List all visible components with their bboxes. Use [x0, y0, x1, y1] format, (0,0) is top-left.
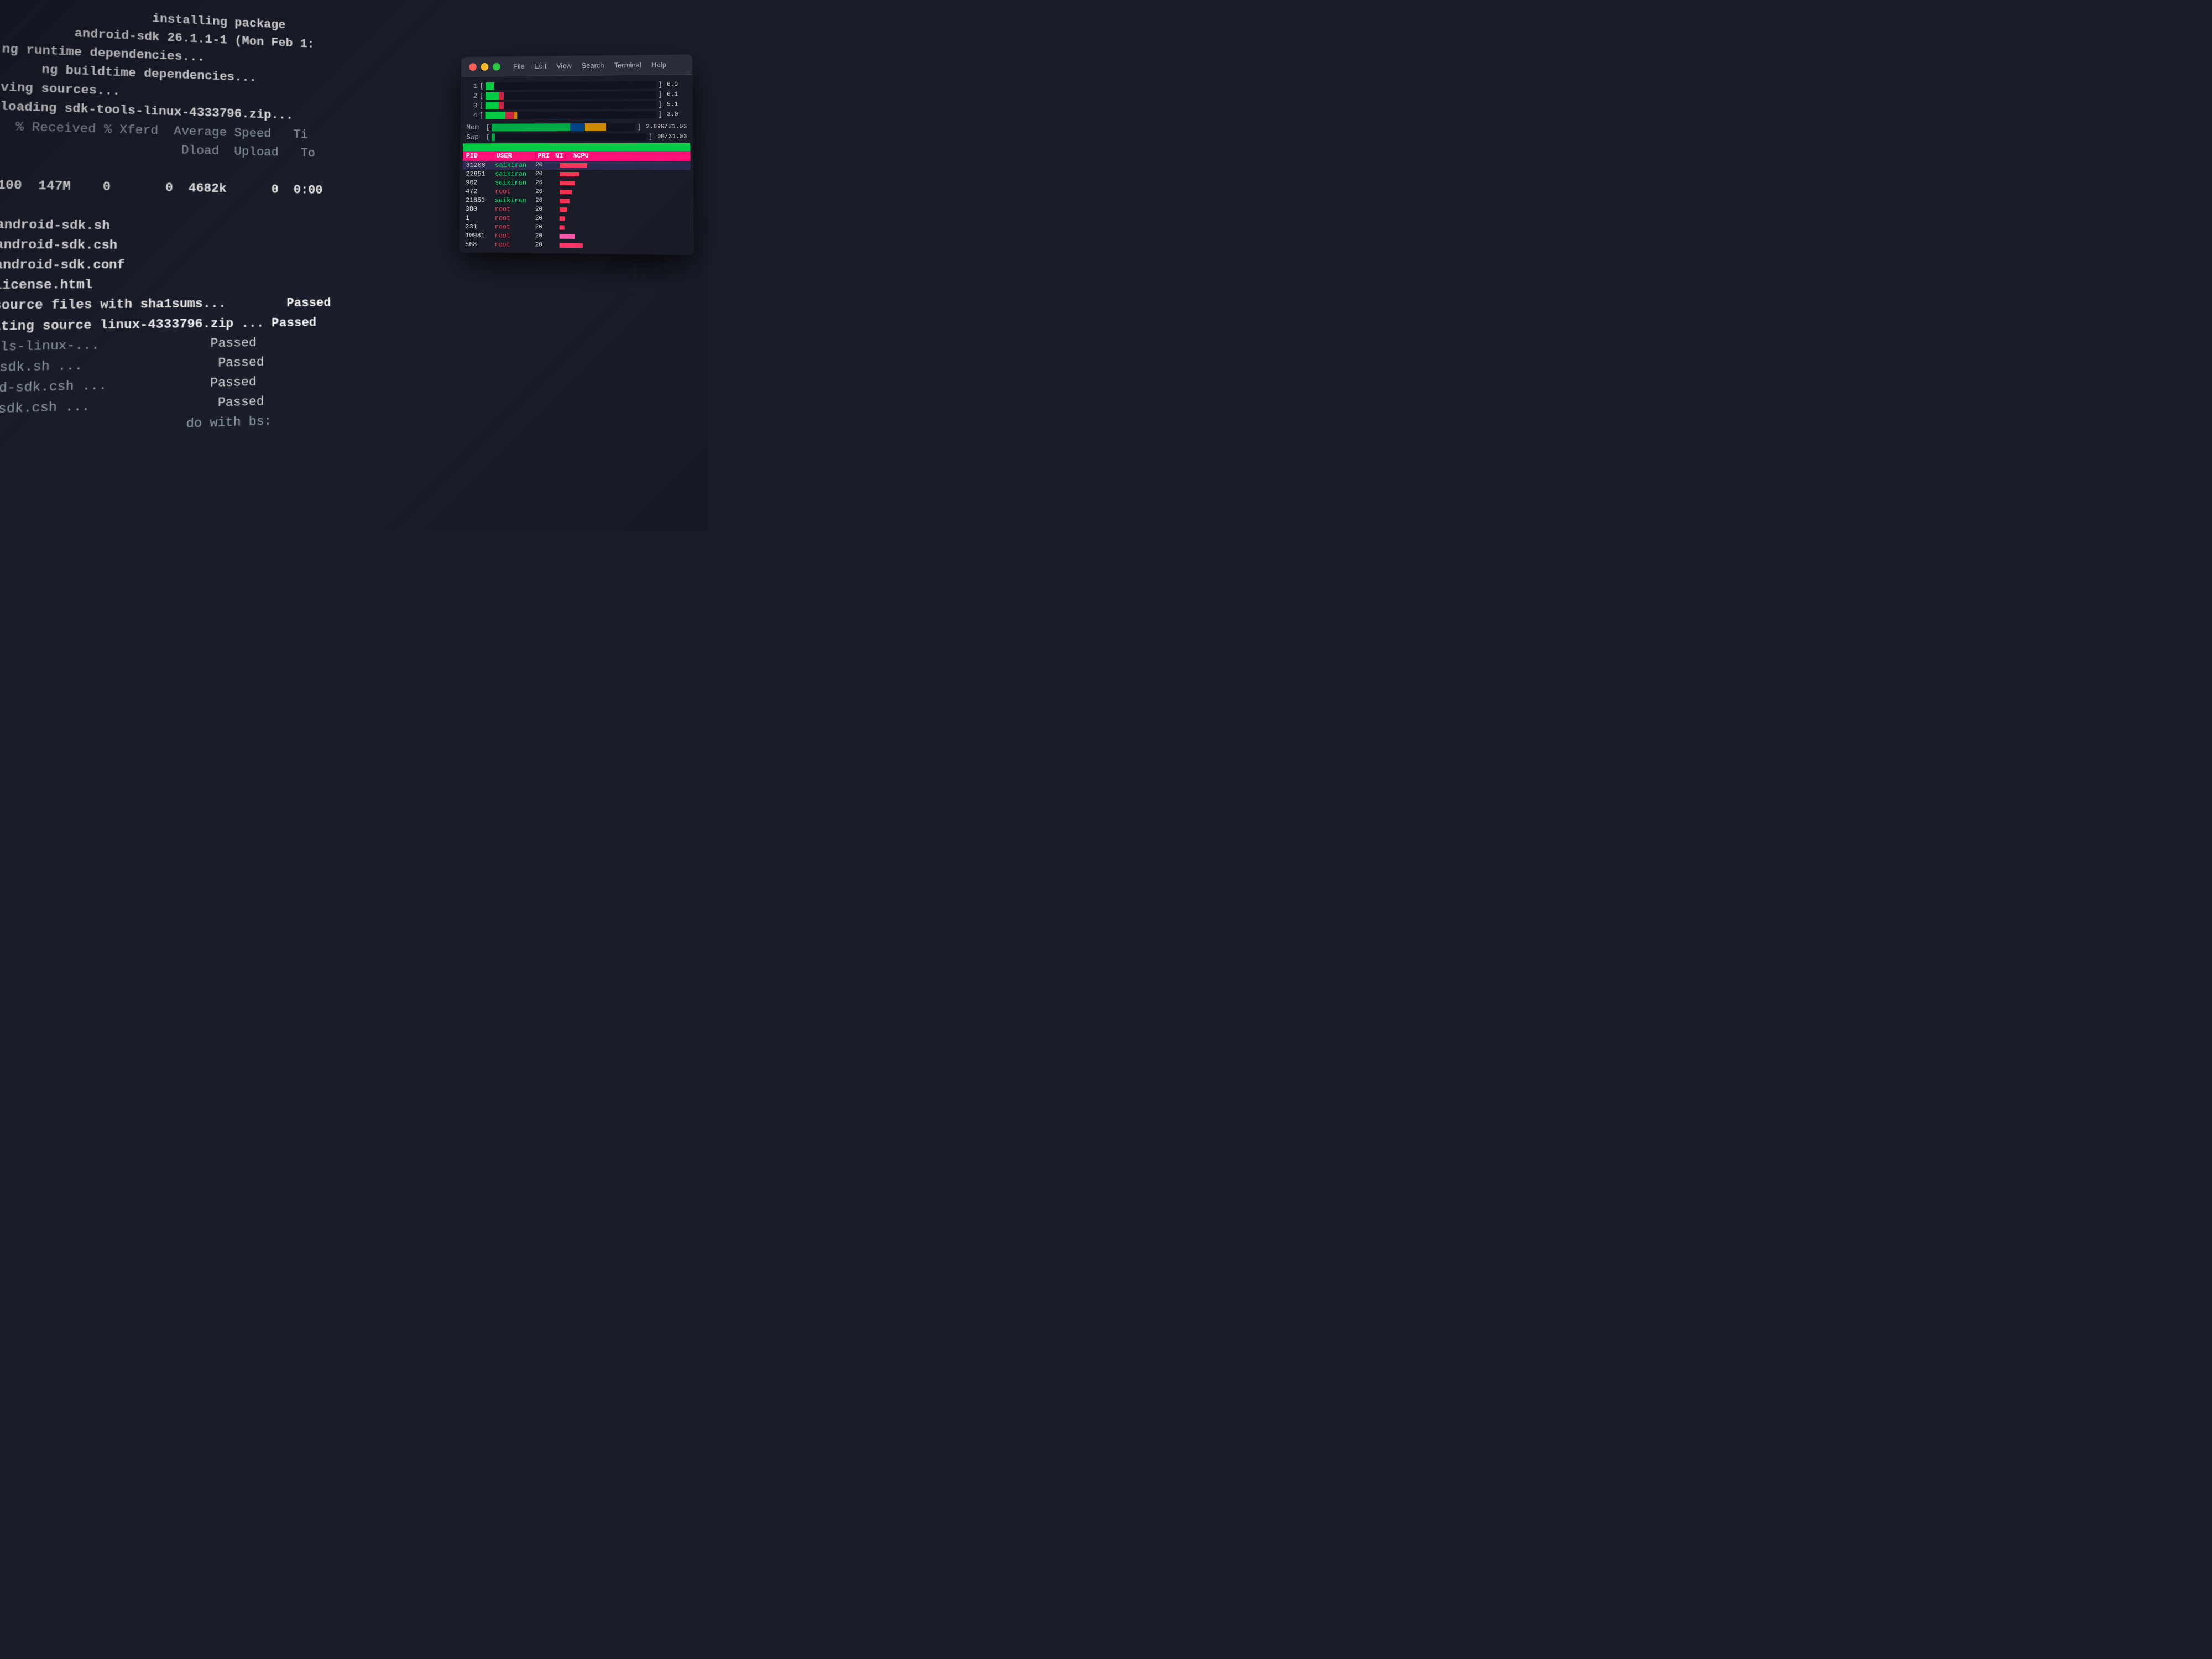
- mem-label: Mem: [466, 123, 483, 132]
- cpu-bar: [486, 111, 656, 119]
- cpu-row-2: 2 [ ] 6.1: [467, 90, 687, 100]
- col-user: USER: [496, 152, 533, 160]
- term-line: android-sdk.conf: [0, 255, 666, 276]
- cpu-percent: 6.0: [667, 81, 687, 88]
- titlebar: File Edit View Search Terminal Help: [462, 55, 692, 77]
- cpu-row-1: 1 [ ] 6.0: [467, 80, 686, 90]
- col-pid: PID: [466, 152, 492, 160]
- mem-bar: [492, 123, 635, 131]
- menu-help[interactable]: Help: [651, 61, 666, 69]
- cpu-bar: [486, 101, 656, 109]
- col-pri: PRI: [538, 152, 551, 160]
- col-cpu: %CPU: [573, 152, 687, 160]
- menu-view[interactable]: View: [556, 61, 572, 70]
- swap-label: Swp: [466, 133, 483, 142]
- process-row[interactable]: 902 saikiran 20: [462, 178, 691, 187]
- minimize-button[interactable]: [481, 63, 489, 71]
- htop-content: 1 [ ] 6.0 2 [ ] 6.1: [460, 75, 693, 255]
- mem-row: Mem [ ] 2.89G/31.0G: [463, 122, 690, 131]
- cpu-label: 1: [467, 82, 478, 90]
- cpu-label: 3: [467, 102, 478, 110]
- htop-window: File Edit View Search Terminal Help 1 [: [460, 55, 693, 255]
- swap-value: 0G/31.0G: [657, 133, 687, 140]
- menu-edit[interactable]: Edit: [534, 62, 546, 70]
- cpu-label: 4: [467, 111, 478, 119]
- cpu-row-3: 3 [ ] 5.1: [467, 100, 687, 109]
- menu-bar: File Edit View Search Terminal Help: [513, 61, 666, 71]
- cpu-label: 2: [467, 92, 478, 100]
- task-header-bar: [463, 143, 690, 151]
- menu-file[interactable]: File: [513, 62, 525, 70]
- cpu-row-4: 4 [ ] 3.0: [467, 110, 687, 119]
- cpu-bar: [486, 91, 656, 100]
- cpu-percent: 5.1: [667, 101, 687, 108]
- process-row[interactable]: 568 root 20: [462, 240, 691, 252]
- process-row[interactable]: 31208 saikiran 20: [463, 161, 691, 170]
- swap-row: Swp [ ] 0G/31.0G: [463, 133, 690, 142]
- close-button[interactable]: [469, 63, 477, 71]
- menu-search[interactable]: Search: [582, 61, 604, 70]
- cpu-percent: 6.1: [667, 91, 687, 98]
- maximize-button[interactable]: [493, 62, 500, 70]
- process-header: PID USER PRI NI %CPU: [463, 151, 691, 161]
- screen: installing package android-sdk 26.1.1-1 …: [0, 0, 708, 531]
- cpu-section: 1 [ ] 6.0 2 [ ] 6.1: [463, 78, 691, 123]
- swap-bar: [492, 133, 646, 141]
- col-ni: NI: [555, 152, 568, 160]
- menu-terminal[interactable]: Terminal: [614, 61, 641, 69]
- mem-value: 2.89G/31.0G: [646, 123, 687, 130]
- cpu-percent: 3.0: [667, 111, 687, 118]
- process-row[interactable]: 22651 saikiran 20: [463, 170, 691, 179]
- cpu-bar: [486, 81, 656, 90]
